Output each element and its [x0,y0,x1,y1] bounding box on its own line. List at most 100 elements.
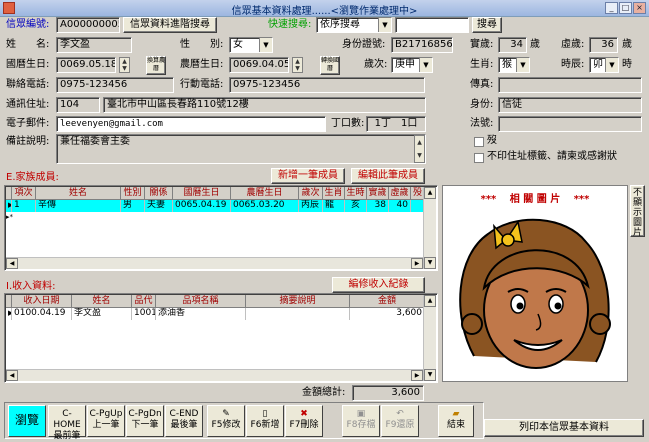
income-col-header[interactable]: 品代 [132,295,156,308]
note-scrollbar[interactable]: ▲ ▼ [414,135,425,163]
advanced-search-button[interactable]: 信眾資料進階搜尋 [123,17,217,33]
family-col-header[interactable]: 性別 [121,187,145,200]
total-field: 3,600 [352,385,424,401]
family-col-header[interactable]: 姓名 [36,187,121,200]
print-member-button[interactable]: 列印本信眾基本資料 [484,419,644,437]
first-record-button[interactable]: C-HOME 最前筆 [48,405,86,441]
family-col-header[interactable]: 項次 [12,187,36,200]
exit-button[interactable]: ▰ 結束 [438,405,474,437]
zodiac-select[interactable]: 猴 ▼ [498,57,530,73]
family-col-header[interactable]: 生肖 [323,187,345,200]
lunar-birth-spinner[interactable]: ▲ ▼ [292,57,303,73]
chevron-down-icon[interactable]: ▼ [378,18,391,32]
add-button[interactable]: ▯ F6新增 [246,405,284,437]
search-button[interactable]: 搜尋 [472,17,502,33]
note-textarea[interactable]: 兼任福委會主委 ▲ ▼ [56,134,426,164]
family-horizontal-scrollbar[interactable]: ◀ ▶ [6,257,423,269]
scroll-up-icon[interactable]: ▲ [424,187,436,199]
hour-select[interactable]: 卯 ▼ [589,57,619,73]
deceased-label: 歿 [487,135,497,146]
year-gz-select[interactable]: 庚申 ▼ [391,57,433,73]
id-label: 身份證號: [342,39,386,50]
undo-icon: ↶ [396,409,404,419]
minimize-icon[interactable]: _ [605,2,618,14]
email-field[interactable]: leevenyen@gmail.com [56,116,326,132]
income-horizontal-scrollbar[interactable]: ◀ ▶ [6,369,423,381]
prev-record-button[interactable]: C-PgUp 上一筆 [87,405,125,437]
scroll-down-icon[interactable]: ▼ [424,369,436,381]
next-record-button[interactable]: C-PgDn 下一筆 [126,405,164,437]
virtual-age-field[interactable]: 36 [589,37,618,53]
income-col-header[interactable]: 品項名稱 [156,295,246,308]
chevron-down-icon[interactable]: ▼ [605,58,618,72]
solar-birth-field[interactable]: 0069.05.18 [56,57,116,73]
convert-solar-button[interactable]: 轉換國曆 [320,56,340,75]
scroll-left-icon[interactable]: ◀ [6,258,18,269]
edit-income-button[interactable]: 編修收入紀錄 [332,277,425,293]
family-col-header[interactable]: 生時 [345,187,367,200]
address-field[interactable]: 臺北市中山區長春路110號12樓 [103,97,426,113]
scroll-down-icon[interactable]: ▼ [424,257,436,269]
nominal-age-field[interactable]: 34 [498,37,527,53]
edit-member-button[interactable]: 編輯此筆成員 [351,168,425,184]
family-col-header[interactable]: 虛歲 [389,187,411,200]
income-col-header[interactable]: 摘要說明 [246,295,350,308]
table-row[interactable]: ▶ 0100.04.19 李文盈 1001 添油香 3,600 [6,308,425,320]
edit-button[interactable]: ✎ F5修改 [207,405,245,437]
folder-icon: ▰ [452,409,460,419]
income-col-header[interactable]: 姓名 [72,295,132,308]
last-record-button[interactable]: C-END 最後筆 [165,405,203,437]
family-grid[interactable]: 項次 姓名 性別 關係 國曆生日 農曆生日 歲次 生肖 生時 實歲 虛歲 殁 ▶… [4,185,438,271]
close-icon[interactable]: × [633,2,646,14]
member-no-field[interactable]: A000000005 [56,17,120,33]
year-gz-label: 歲次: [364,59,388,70]
mobile-field[interactable]: 0975-123456 [229,77,425,93]
deceased-checkbox[interactable] [474,137,484,147]
quick-search-select[interactable]: 依序搜尋 ▼ [316,17,392,33]
maximize-icon[interactable]: □ [619,2,632,14]
income-vertical-scrollbar[interactable]: ▲ ▼ [423,295,436,381]
family-col-header[interactable]: 農曆生日 [231,187,299,200]
member-no-label: 信眾編號: [6,19,50,30]
gender-select[interactable]: 女 ▼ [229,37,273,53]
family-vertical-scrollbar[interactable]: ▲ ▼ [423,187,436,269]
family-col-header[interactable]: 歲次 [299,187,323,200]
scroll-right-icon[interactable]: ▶ [411,370,423,381]
quick-search-input[interactable] [395,17,469,33]
income-col-header[interactable]: 金額 [350,295,425,308]
solar-birth-label: 國曆生日: [6,59,50,70]
fax-field[interactable] [498,77,642,93]
scroll-left-icon[interactable]: ◀ [6,370,18,381]
income-grid[interactable]: 收入日期 姓名 品代 品項名稱 摘要說明 金額 ▶ 0100.04.19 李文盈… [4,293,438,383]
income-col-header[interactable]: 收入日期 [12,295,72,308]
delete-button[interactable]: ✖ F7刪除 [285,405,323,437]
solar-birth-spinner[interactable]: ▲ ▼ [119,57,130,73]
family-col-header[interactable]: 關係 [145,187,173,200]
name-field[interactable]: 李文盈 [56,37,132,53]
table-row[interactable]: ▶ 1 辛傳 男 夫妻 0065.04.19 0065.03.20 丙辰 龍 亥… [6,200,425,212]
dharma-field[interactable] [498,116,642,132]
family-col-header[interactable]: 實歲 [367,187,389,200]
phone-field[interactable]: 0975-123456 [56,77,174,93]
add-member-button[interactable]: 新增一筆成員 [271,168,345,184]
dingkou-field[interactable]: 1丁 1口 [366,116,426,132]
note-label: 備註說明: [6,136,50,147]
no-print-checkbox[interactable] [474,153,484,163]
family-col-header[interactable]: 國曆生日 [173,187,231,200]
chevron-down-icon[interactable]: ▼ [419,58,432,72]
save-button[interactable]: ▣ F8存檔 [342,405,380,437]
income-section-title: I.收入資料: [6,281,56,292]
address-label: 通訊住址: [6,99,50,110]
lunar-birth-field[interactable]: 0069.04.05 [229,57,289,73]
scroll-up-icon[interactable]: ▲ [424,295,436,307]
identity-field[interactable]: 信徒 [498,97,642,113]
chevron-down-icon[interactable]: ▼ [516,58,529,72]
chevron-down-icon[interactable]: ▼ [259,38,272,52]
hide-image-button[interactable]: 不顯示圖片 [630,185,645,238]
id-field[interactable]: B217168561 [391,37,453,53]
zip-field[interactable]: 104 [56,97,100,113]
restore-button[interactable]: ↶ F9還原 [381,405,419,437]
scroll-right-icon[interactable]: ▶ [411,258,423,269]
browse-button[interactable]: 瀏覽 [8,405,46,437]
convert-lunar-button[interactable]: 換算農曆 [146,56,166,75]
